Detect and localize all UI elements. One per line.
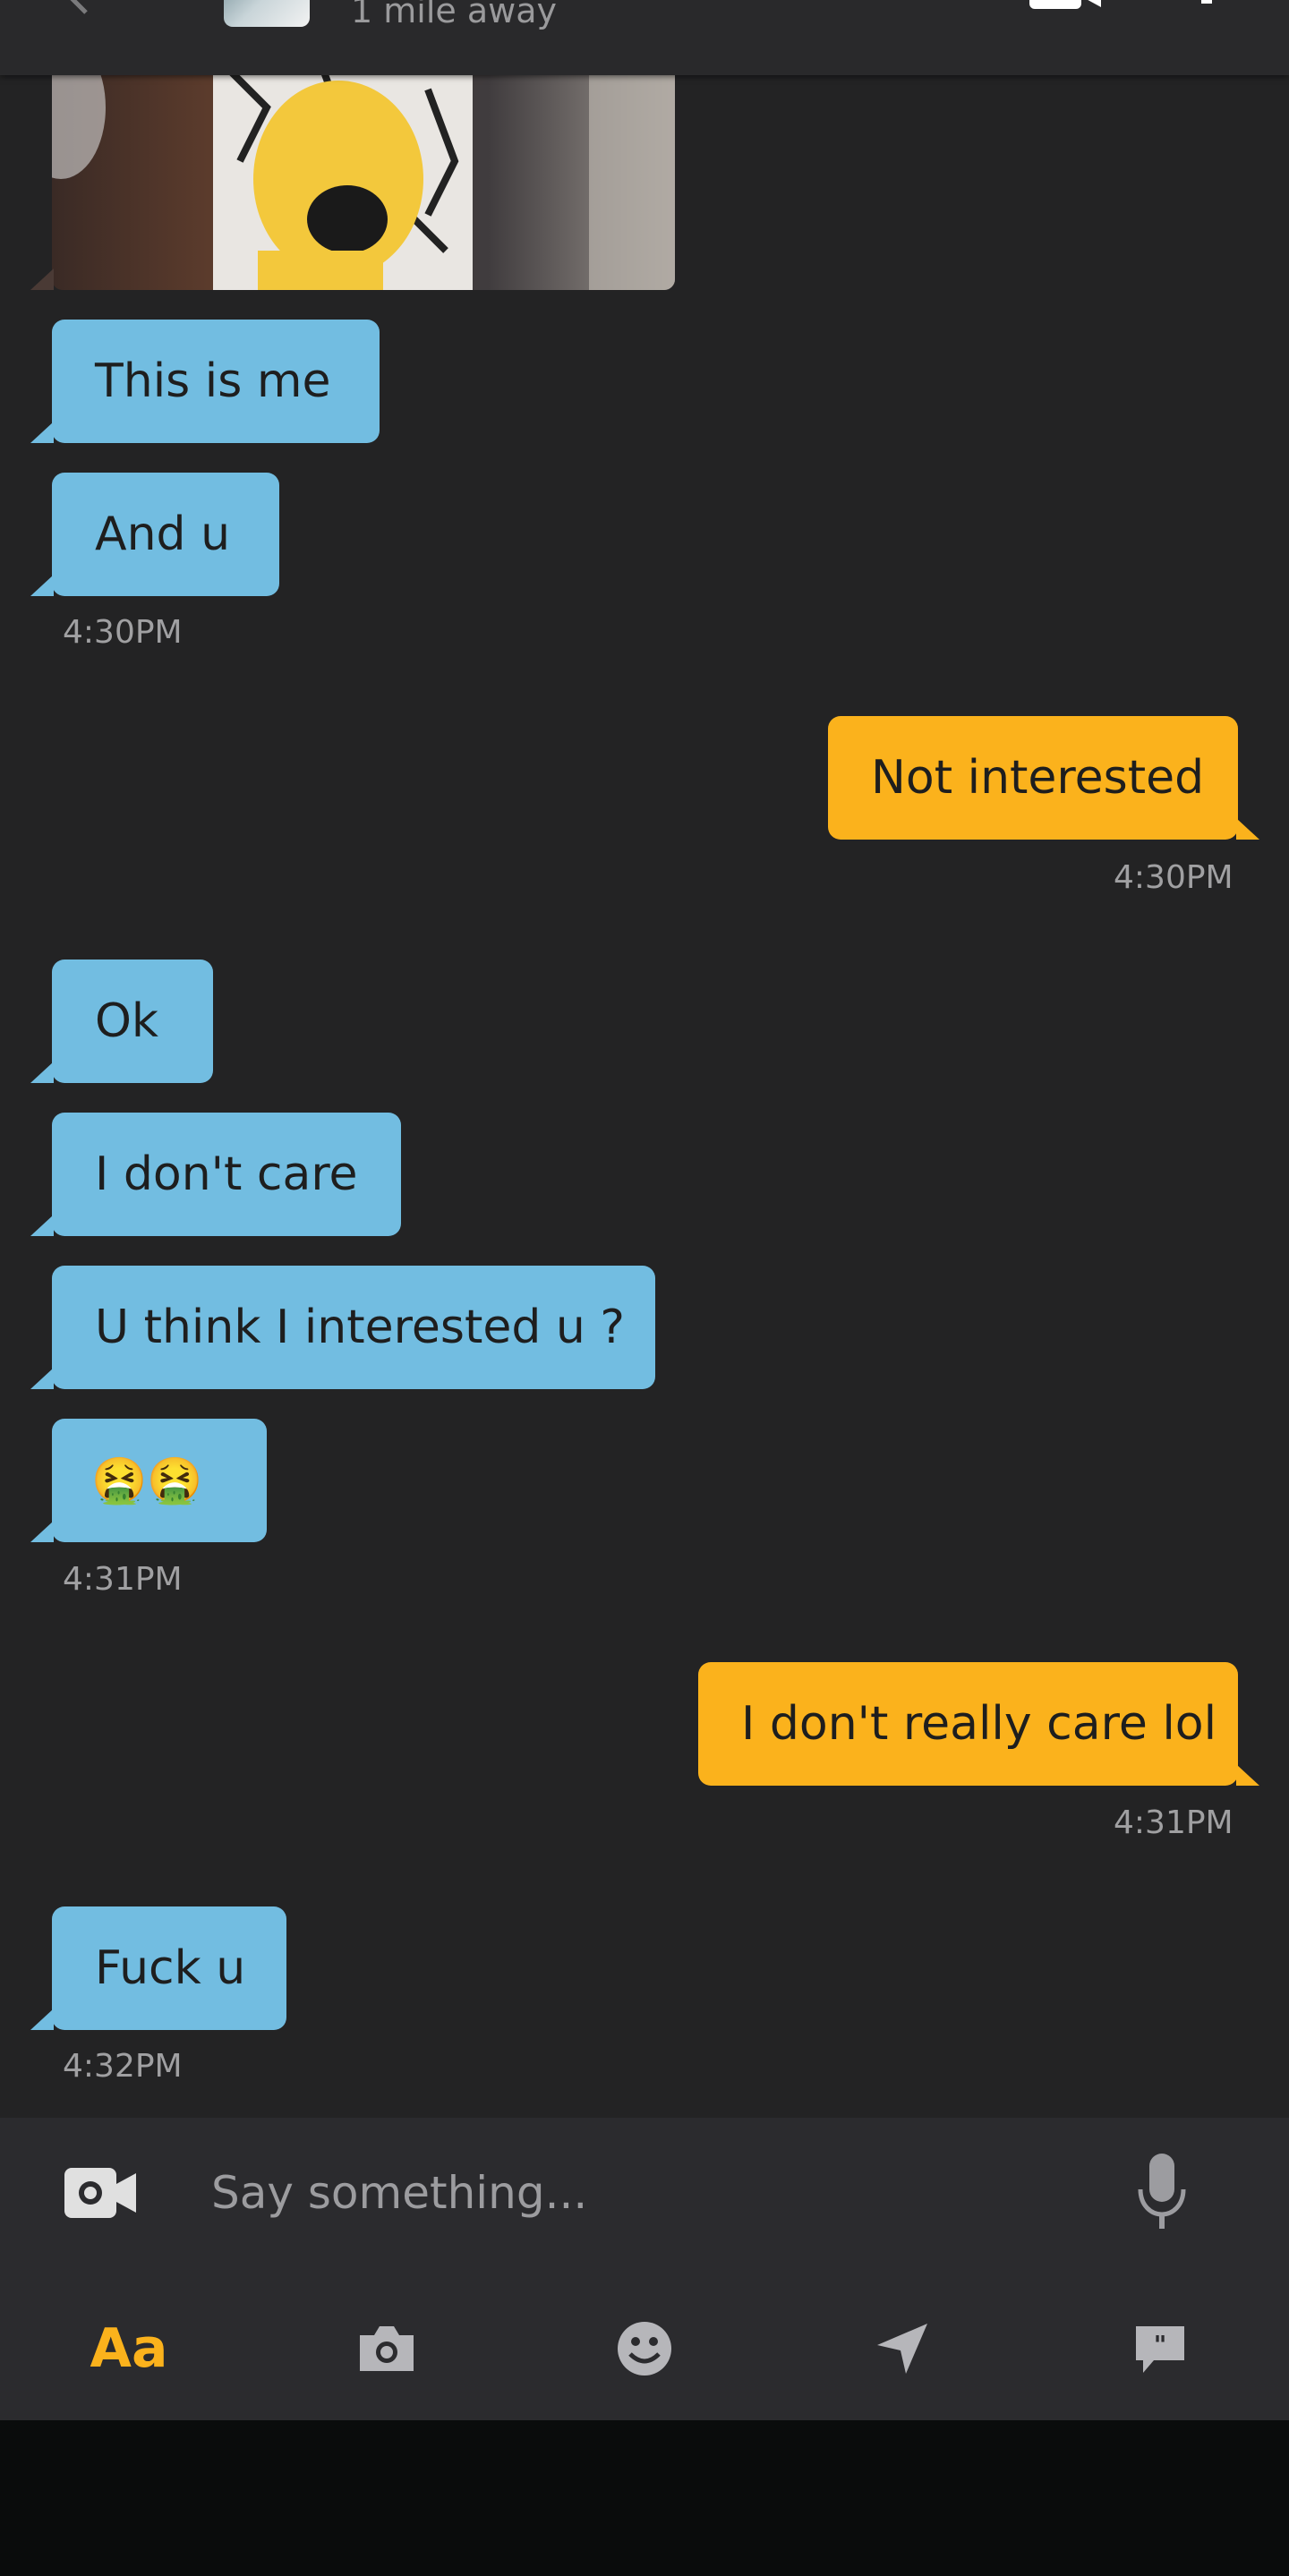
message-text: Fuck u	[95, 1941, 246, 1995]
chat-header: 1 mile away	[0, 0, 1289, 75]
back-arrow-icon[interactable]	[63, 0, 98, 16]
photo-message[interactable]	[52, 54, 675, 290]
message-text: I don't really care lol	[741, 1697, 1217, 1751]
message-timestamp: 4:31PM	[1114, 1804, 1234, 1841]
message-text: Ok	[95, 994, 159, 1048]
video-message-icon[interactable]	[64, 2164, 136, 2222]
more-options-icon[interactable]	[1199, 0, 1214, 11]
message-timestamp: 4:31PM	[63, 1561, 183, 1598]
emoji-button[interactable]	[600, 2304, 689, 2393]
incoming-message-bubble[interactable]: Fuck u	[30, 1906, 286, 2030]
distance-label: 1 mile away	[351, 0, 557, 30]
text-format-button[interactable]: Aa	[84, 2304, 174, 2393]
location-arrow-icon	[877, 2324, 927, 2374]
system-nav-area	[0, 2420, 1289, 2576]
message-input[interactable]	[211, 2150, 1088, 2236]
svg-text:": "	[1154, 2330, 1167, 2359]
incoming-message-bubble[interactable]: This is me	[30, 320, 380, 443]
message-text: This is me	[95, 354, 331, 408]
message-text: I don't care	[95, 1147, 358, 1201]
composer-toolbar: Aa "	[0, 2293, 1289, 2410]
photo-content	[52, 54, 675, 290]
incoming-message-bubble[interactable]: I don't care	[30, 1113, 401, 1236]
send-location-button[interactable]	[858, 2304, 947, 2393]
outgoing-message-bubble[interactable]: I don't really care lol	[698, 1662, 1259, 1786]
incoming-message-bubble[interactable]: 🤮🤮	[30, 1419, 267, 1542]
message-timestamp: 4:30PM	[63, 614, 183, 651]
camera-button[interactable]	[342, 2304, 431, 2393]
saved-phrases-button[interactable]: "	[1115, 2304, 1205, 2393]
message-composer: Aa "	[0, 2118, 1289, 2420]
microphone-icon[interactable]	[1137, 2154, 1187, 2231]
profile-avatar[interactable]	[224, 0, 310, 27]
message-timestamp: 4:30PM	[1114, 859, 1234, 896]
bubble-tail	[30, 269, 54, 290]
incoming-message-bubble[interactable]: Ok	[30, 960, 213, 1083]
text-format-label: Aa	[90, 2317, 168, 2380]
message-text: 🤮🤮	[91, 1454, 203, 1506]
camera-icon	[360, 2326, 414, 2371]
incoming-message-bubble[interactable]: U think I interested u ?	[30, 1266, 655, 1389]
video-call-icon[interactable]	[1029, 0, 1101, 9]
message-text: U think I interested u ?	[95, 1301, 625, 1354]
message-text: And u	[95, 508, 231, 561]
emoji-icon	[618, 2322, 671, 2376]
incoming-message-bubble[interactable]: And u	[30, 473, 279, 596]
saved-phrases-icon: "	[1136, 2326, 1184, 2373]
message-timestamp: 4:32PM	[63, 2048, 183, 2085]
outgoing-message-bubble[interactable]: Not interested	[828, 716, 1259, 840]
message-text: Not interested	[871, 751, 1205, 805]
